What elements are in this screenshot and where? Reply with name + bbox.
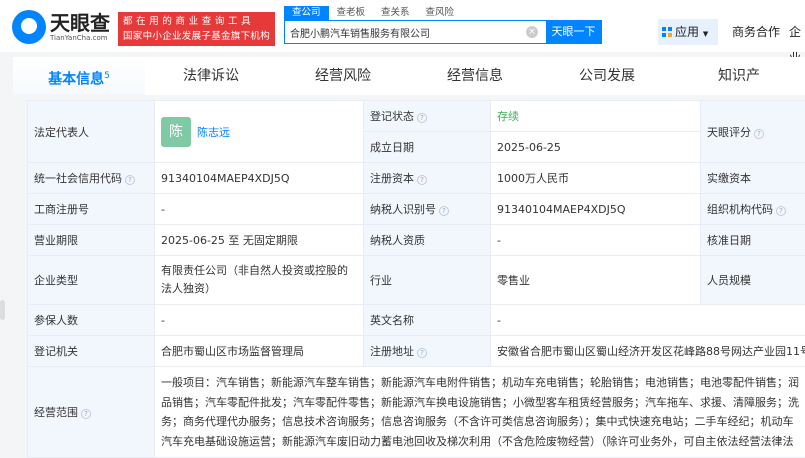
reg-capital-label: 注册资本? [364, 163, 491, 194]
scope-line: 品销售；汽车零配件批发；汽车零配件零售；新能源汽车换电设施销售；小微型客车租赁经… [161, 393, 805, 413]
section-tabs: 基本信息5 法律诉讼 经营风险 经营信息 公司发展 知识产 [13, 57, 805, 95]
label-text: 纳税人识别号 [370, 203, 436, 216]
apps-menu-button[interactable]: 应用 ▼ [658, 19, 718, 45]
legal-rep-label: 法定代表人 [28, 101, 155, 163]
help-icon[interactable]: ? [417, 175, 427, 185]
apps-grid-icon [662, 27, 672, 37]
help-icon[interactable]: ? [125, 175, 135, 185]
industry-value: 零售业 [491, 256, 701, 305]
en-name-label: 英文名称 [364, 305, 491, 336]
address-value: 安徽省合肥市蜀山区蜀山经济开发区花峰路88号网达产业园11号 [491, 336, 805, 367]
term-label: 营业期限 [28, 225, 155, 256]
legal-rep-cell: 陈陈志远 [155, 101, 364, 163]
found-date-label: 成立日期 [364, 132, 491, 163]
found-date-value: 2025-06-25 [491, 132, 701, 163]
help-icon[interactable]: ? [81, 409, 91, 419]
help-icon[interactable]: ? [417, 348, 427, 358]
reg-capital-value: 1000万人民币 [491, 163, 701, 194]
tab-legal[interactable]: 法律诉讼 [145, 57, 277, 95]
top-header: 天眼查TianYanCha.com 都 在 用 的 商 业 查 询 工 具国家中… [0, 0, 805, 52]
scope-line: 一般项目：汽车销售；新能源汽车整车销售；新能源汽车电附件销售；机动车充电销售；轮… [161, 373, 805, 393]
score-label: 天眼评分? [701, 101, 805, 163]
slogan-line: 国家中小企业发展子基金旗下机构 [123, 29, 270, 44]
scrollbar[interactable] [0, 300, 5, 320]
caret-down-icon: ▼ [703, 30, 708, 38]
search-button[interactable]: 天眼一下 [546, 21, 601, 43]
search-type-tabs: 查公司 查老板 查关系 查风险 [284, 6, 462, 20]
tab-ip[interactable]: 知识产 [673, 57, 805, 95]
type-label: 企业类型 [28, 256, 155, 305]
taxpayer-qual-label: 纳税人资质 [364, 225, 491, 256]
address-label: 注册地址? [364, 336, 491, 367]
help-icon[interactable]: ? [439, 206, 449, 216]
staff-label: 人员规模 [701, 256, 805, 305]
label-text: 组织机构代码 [707, 203, 773, 216]
org-code-label: 组织机构代码? [701, 194, 805, 225]
biz-reg-no-value: - [155, 194, 364, 225]
logo-domain: TianYanCha.com [50, 34, 110, 42]
slogan-banner[interactable]: 都 在 用 的 商 业 查 询 工 具国家中小企业发展子基金旗下机构 [118, 12, 275, 46]
legal-rep-link[interactable]: 陈志远 [197, 126, 230, 139]
logo-name: 天眼查 [50, 12, 110, 34]
label-text: 天眼评分 [707, 126, 751, 139]
search-bar: × 天眼一下 [284, 20, 602, 44]
tab-basic-info[interactable]: 基本信息5 [13, 57, 145, 95]
credit-code-label: 统一社会信用代码? [28, 163, 155, 194]
tab-operations[interactable]: 经营信息 [409, 57, 541, 95]
insured-value: - [155, 305, 364, 336]
industry-label: 行业 [364, 256, 491, 305]
search-tab-relation[interactable]: 查关系 [373, 6, 418, 20]
logo-icon [12, 10, 46, 44]
reg-status-value: 存续 [491, 101, 701, 132]
basic-info-table: 法定代表人 陈陈志远 登记状态? 存续 天眼评分? 成立日期 2025-06-2… [27, 100, 805, 458]
insured-label: 参保人数 [28, 305, 155, 336]
scope-line: 汽车充电基础设施运营；新能源汽车废旧动力蓄电池回收及梯次利用（不含危险废物经营）… [161, 432, 805, 452]
search-tab-company[interactable]: 查公司 [284, 6, 329, 20]
avatar: 陈 [161, 117, 191, 147]
taxpayer-id-value: 91340104MAEP4XDJ5Q [491, 194, 701, 225]
en-name-value: - [491, 305, 805, 336]
type-value: 有限责任公司（非自然人投资或控股的法人独资） [155, 256, 364, 305]
search-input[interactable] [285, 21, 518, 43]
logo[interactable]: 天眼查TianYanCha.com [12, 10, 110, 44]
label-text: 注册资本 [370, 172, 414, 185]
search-tab-boss[interactable]: 查老板 [329, 6, 374, 20]
label-text: 统一社会信用代码 [34, 172, 122, 185]
label-text: 注册地址 [370, 345, 414, 358]
paid-capital-label: 实缴资本 [701, 163, 805, 194]
tab-badge: 5 [104, 71, 110, 81]
approval-date-label: 核准日期 [701, 225, 805, 256]
term-value: 2025-06-25 至 无固定期限 [155, 225, 364, 256]
label-text: 经营范围 [34, 406, 78, 419]
tab-label: 基本信息 [48, 72, 104, 88]
tab-risk[interactable]: 经营风险 [277, 57, 409, 95]
slogan-line: 都 在 用 的 商 业 查 询 工 具 [123, 14, 270, 29]
clear-icon[interactable]: × [526, 26, 538, 38]
help-icon[interactable]: ? [417, 113, 427, 123]
business-cooperation-link[interactable]: 商务合作 [732, 19, 780, 45]
biz-reg-no-label: 工商注册号 [28, 194, 155, 225]
authority-value: 合肥市蜀山区市场监督管理局 [155, 336, 364, 367]
apps-label: 应用 [675, 25, 699, 39]
reg-status-label: 登记状态? [364, 101, 491, 132]
taxpayer-qual-value: - [491, 225, 701, 256]
scope-line: 务；商务代理代办服务；信息技术咨询服务；信息咨询服务（不含许可类信息咨询服务）；… [161, 412, 805, 432]
authority-label: 登记机关 [28, 336, 155, 367]
search-tab-risk[interactable]: 查风险 [418, 6, 463, 20]
help-icon[interactable]: ? [754, 129, 764, 139]
scope-value: 一般项目：汽车销售；新能源汽车整车销售；新能源汽车电附件销售；机动车充电销售；轮… [155, 367, 805, 458]
scope-label: 经营范围? [28, 367, 155, 458]
credit-code-value: 91340104MAEP4XDJ5Q [155, 163, 364, 194]
help-icon[interactable]: ? [776, 206, 786, 216]
label-text: 登记状态 [370, 110, 414, 123]
taxpayer-id-label: 纳税人识别号? [364, 194, 491, 225]
tab-development[interactable]: 公司发展 [541, 57, 673, 95]
